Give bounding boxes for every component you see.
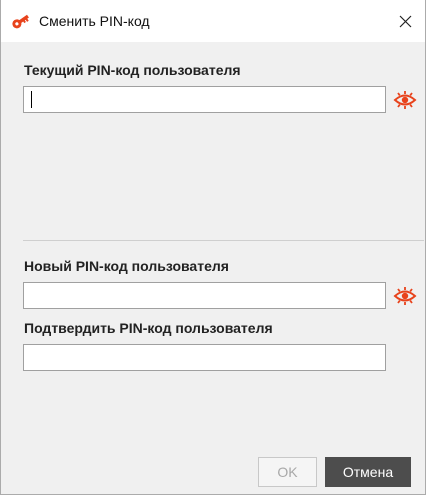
ok-button[interactable]: OK — [258, 457, 317, 487]
cancel-button[interactable]: Отмена — [325, 457, 411, 487]
key-icon — [12, 14, 29, 29]
title-bar: Сменить PIN-код — [1, 0, 425, 42]
change-pin-dialog: Сменить PIN-код Текущий PIN-код пользова… — [0, 0, 426, 495]
new-pin-label: Новый PIN-код пользователя — [24, 258, 229, 274]
current-pin-input[interactable] — [23, 86, 386, 113]
close-icon — [399, 15, 411, 27]
current-pin-label: Текущий PIN-код пользователя — [24, 62, 241, 78]
close-button[interactable] — [385, 0, 425, 42]
window-title: Сменить PIN-код — [39, 13, 150, 29]
new-pin-input[interactable] — [23, 282, 386, 309]
text-caret — [31, 91, 32, 108]
confirm-pin-input[interactable] — [23, 344, 386, 371]
confirm-pin-label: Подтвердить PIN-код пользователя — [24, 320, 273, 336]
section-divider — [23, 240, 424, 241]
eye-icon[interactable] — [393, 287, 417, 305]
eye-icon[interactable] — [393, 91, 417, 109]
